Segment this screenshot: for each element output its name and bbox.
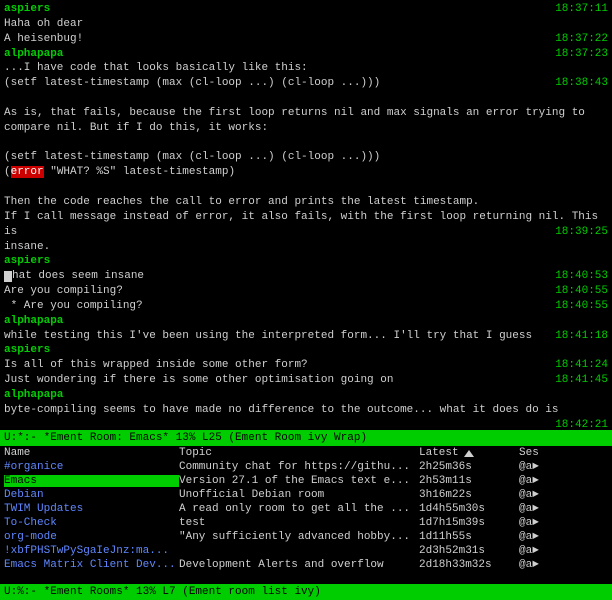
room-topic: Development Alerts and overflow — [179, 559, 419, 571]
status-text-top: U:*:- *Ement Room: Emacs* 13% L25 (Ement… — [4, 432, 608, 444]
message-line: (setf latest-timestamp (max (cl-loop ...… — [4, 150, 608, 165]
room-row[interactable]: org-mode "Any sufficiently advanced hobb… — [0, 530, 612, 544]
room-row[interactable]: To-Check test 1d7h15m39s @a► — [0, 516, 612, 530]
status-text-bottom: U:%:- *Ement Rooms* 13% L7 (Ement room l… — [4, 586, 321, 598]
room-ses: @a► — [519, 531, 579, 543]
timestamp: 18:37:22 — [555, 32, 608, 47]
room-topic: test — [179, 517, 419, 529]
message-group: aspiers — [4, 343, 608, 358]
text-cursor — [4, 271, 12, 282]
message-line: hat does seem insane18:40:53 — [4, 269, 608, 284]
message-line: compare nil. But if I do this, it works: — [4, 121, 608, 136]
message-group: alphapapa — [4, 314, 608, 329]
username: aspiers — [4, 3, 50, 15]
room-latest: 1d4h55m30s — [419, 503, 519, 515]
room-row[interactable]: Emacs Matrix Client Dev... Development A… — [0, 558, 612, 572]
room-topic: A read only room to get all the ... — [179, 503, 419, 515]
timestamp: 18:39:25 — [555, 225, 608, 240]
status-bar-bottom: U:%:- *Ement Rooms* 13% L7 (Ement room l… — [0, 584, 612, 600]
room-topic: Version 27.1 of the Emacs text e... — [179, 475, 419, 487]
message-group: alphapapa 18:37:23 — [4, 47, 608, 62]
timestamp: 18:40:53 — [555, 269, 608, 284]
message-line — [4, 180, 608, 195]
timestamp: 18:41:18 — [555, 329, 608, 344]
message-line: insane. — [4, 240, 608, 255]
username: alphapapa — [4, 389, 63, 401]
message-line: If I call message instead of error, it a… — [4, 210, 608, 240]
room-name[interactable]: org-mode — [4, 531, 179, 543]
error-highlight: error — [11, 166, 44, 178]
room-ses: @a► — [519, 559, 579, 571]
room-name[interactable]: Debian — [4, 489, 179, 501]
message-line: Are you compiling?18:40:55 — [4, 284, 608, 299]
message-line: (setf latest-timestamp (max (cl-loop ...… — [4, 76, 608, 91]
room-latest: 3h16m22s — [419, 489, 519, 501]
room-ses: @a► — [519, 545, 579, 557]
message-line: byte-compiling seems to have made no dif… — [4, 403, 608, 418]
col-ses: Ses — [519, 447, 579, 459]
col-name: Name — [4, 447, 179, 459]
room-row[interactable]: #organice Community chat for https://git… — [0, 460, 612, 474]
username: aspiers — [4, 255, 50, 267]
message-line — [4, 136, 608, 151]
message-line: Haha oh dear — [4, 17, 608, 32]
timestamp: 18:37:11 — [555, 2, 608, 17]
col-latest: Latest — [419, 447, 519, 459]
message-group: aspiers — [4, 254, 608, 269]
rooms-table-header: Name Topic Latest Ses — [0, 446, 612, 460]
room-latest: 1d11h55s — [419, 531, 519, 543]
timestamp: 18:41:45 — [555, 373, 608, 388]
room-name[interactable]: Emacs Matrix Client Dev... — [4, 559, 179, 571]
room-latest: 2h25m36s — [419, 461, 519, 473]
room-ses: @a► — [519, 517, 579, 529]
message-group: alphapapa — [4, 388, 608, 403]
room-ses: @a► — [519, 489, 579, 501]
message-line: Just wondering if there is some other op… — [4, 373, 608, 388]
timestamp: 18:40:55 — [555, 284, 608, 299]
room-ses: @a► — [519, 461, 579, 473]
message-group: aspiers 18:37:11 — [4, 2, 608, 17]
message-line: while testing this I've been using the i… — [4, 329, 608, 344]
message-line — [4, 91, 608, 106]
room-topic — [179, 545, 419, 557]
room-topic: "Any sufficiently advanced hobby... — [179, 531, 419, 543]
room-name[interactable]: To-Check — [4, 517, 179, 529]
message-line: As is, that fails, because the first loo… — [4, 106, 608, 121]
room-ses: @a► — [519, 475, 579, 487]
message-line: (error "WHAT? %S" latest-timestamp) — [4, 165, 608, 180]
timestamp: 18:42:21 — [555, 418, 608, 430]
rooms-area: Name Topic Latest Ses #organice Communit… — [0, 446, 612, 584]
chat-area: aspiers 18:37:11 Haha oh dear A heisenbu… — [0, 0, 612, 430]
room-topic: Community chat for https://githu... — [179, 461, 419, 473]
room-name[interactable]: !xbfPHSTwPySgaIeJnz:ma... — [4, 545, 179, 557]
room-row[interactable]: Emacs Version 27.1 of the Emacs text e..… — [0, 474, 612, 488]
room-ses: @a► — [519, 503, 579, 515]
message-line: Then the code reaches the call to error … — [4, 195, 608, 210]
room-topic: Unofficial Debian room — [179, 489, 419, 501]
message-line: * Are you compiling?18:40:55 — [4, 299, 608, 314]
col-topic: Topic — [179, 447, 419, 459]
username: aspiers — [4, 344, 50, 356]
room-name[interactable]: #organice — [4, 461, 179, 473]
room-row[interactable]: !xbfPHSTwPySgaIeJnz:ma... 2d3h52m31s @a► — [0, 544, 612, 558]
room-latest: 1d7h15m39s — [419, 517, 519, 529]
timestamp: 18:41:24 — [555, 358, 608, 373]
message-line: A heisenbug!18:37:22 — [4, 32, 608, 47]
sort-asc-icon — [464, 450, 474, 457]
username: alphapapa — [4, 315, 63, 327]
room-latest: 2d18h33m32s — [419, 559, 519, 571]
room-latest: 2d3h52m31s — [419, 545, 519, 557]
room-latest: 2h53m11s — [419, 475, 519, 487]
room-name[interactable]: Emacs — [4, 475, 179, 487]
room-row[interactable]: Debian Unofficial Debian room 3h16m22s @… — [0, 488, 612, 502]
timestamp: 18:40:55 — [555, 299, 608, 314]
username: alphapapa — [4, 48, 63, 60]
room-row[interactable]: TWIM Updates A read only room to get all… — [0, 502, 612, 516]
message-line: ...I have code that looks basically like… — [4, 61, 608, 76]
timestamp: 18:37:23 — [555, 47, 608, 62]
timestamp: 18:38:43 — [555, 76, 608, 91]
status-bar-top: U:*:- *Ement Room: Emacs* 13% L25 (Ement… — [0, 430, 612, 446]
message-line: Is all of this wrapped inside some other… — [4, 358, 608, 373]
room-name[interactable]: TWIM Updates — [4, 503, 179, 515]
